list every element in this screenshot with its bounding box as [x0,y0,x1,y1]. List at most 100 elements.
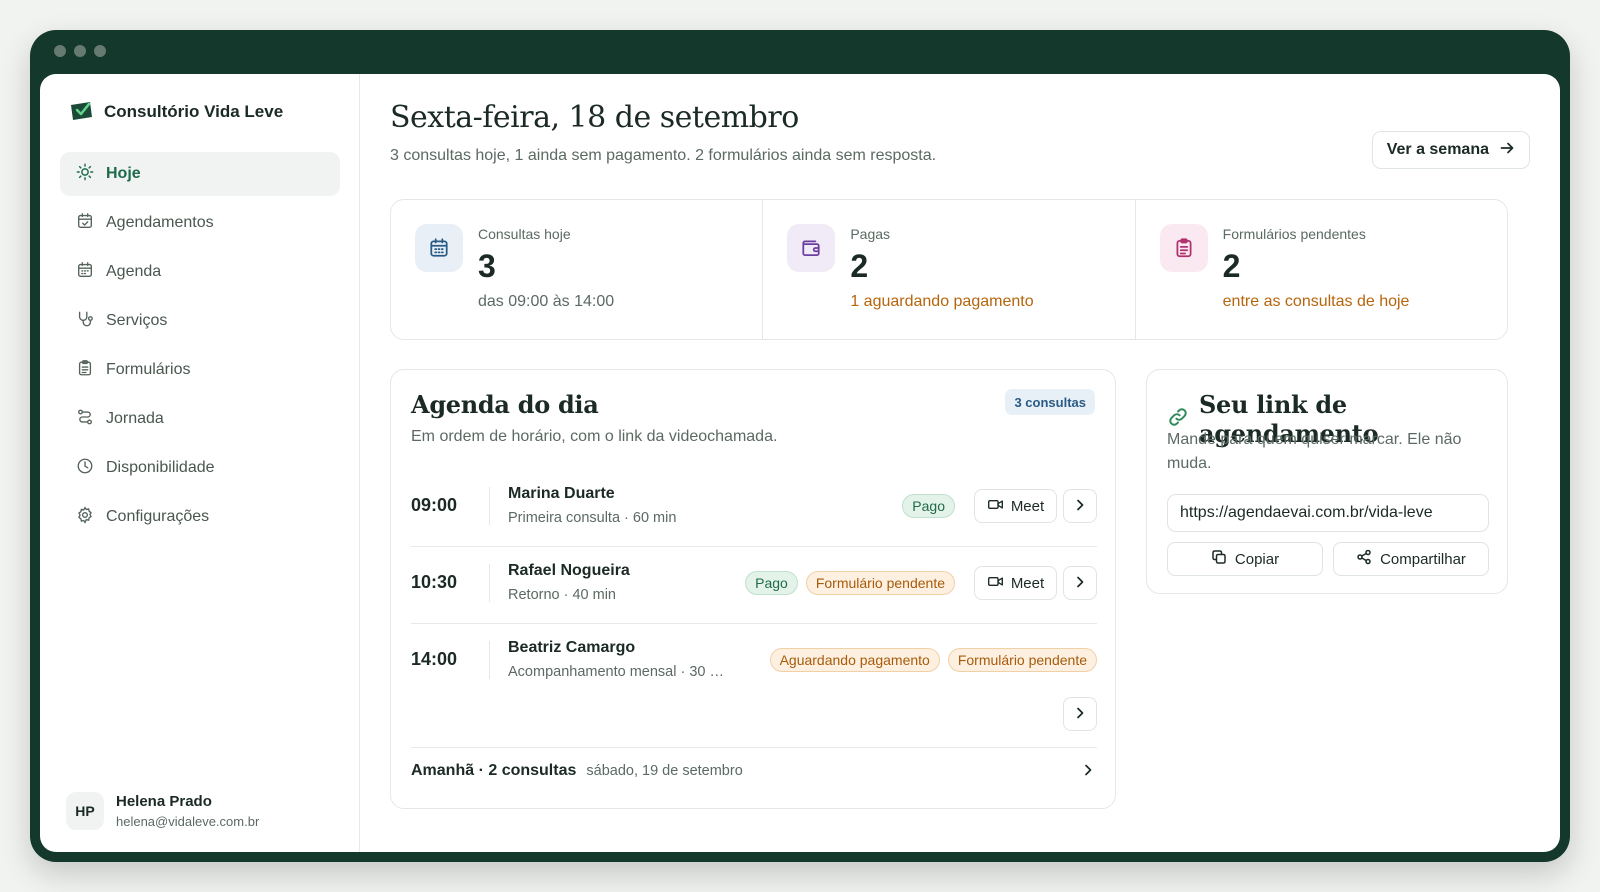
brand-name: Consultório Vida Leve [104,101,284,121]
sidebar-item-formularios[interactable]: Formulários [60,348,340,392]
stat-value: 2 [1222,248,1241,284]
appointment-list: 09:00 Marina Duarte Primeira consulta · … [411,470,1097,748]
stat-label: Pagas [850,226,891,242]
meet-label: Meet [1010,497,1045,515]
sidebar-item-jornada[interactable]: Jornada [60,397,340,441]
sidebar-item-label: Agenda [106,263,162,280]
sidebar-item-label: Hoje [106,165,141,182]
clipboard-icon [76,359,94,382]
video-camera-icon [987,496,1004,517]
tomorrow-label: Amanhã · 2 consultas [411,762,577,779]
tomorrow-link[interactable]: Amanhã · 2 consultas sábado, 19 de setem… [411,751,1097,791]
share-button[interactable]: Compartilhar [1333,542,1489,576]
open-appointment-button[interactable] [1063,697,1097,731]
open-appointment-button[interactable] [1063,566,1097,600]
status-badge-form-pending: Formulário pendente [947,648,1097,672]
copy-label: Copiar [1234,550,1280,568]
gear-icon [76,505,94,529]
logo-icon [68,96,94,127]
sidebar-item-label: Agendamentos [106,214,214,231]
sidebar-item-agendamentos[interactable]: Agendamentos [60,201,340,245]
share-label: Compartilhar [1380,550,1466,568]
sidebar-item-label: Configurações [106,508,210,525]
sidebar-item-label: Formulários [106,361,191,378]
stat-consultas-hoje: Consultas hoje 3 das 09:00 às 14:00 [391,200,764,339]
agenda-subtitle: Em ordem de horário, com o link da video… [411,428,778,445]
stat-note: 1 aguardando pagamento [850,293,1034,310]
divider [489,564,490,602]
appointment-time: 10:30 [411,572,458,592]
status-badge-paid: Pago [745,571,798,595]
user-name: Helena Prado [116,793,212,810]
video-camera-icon [987,573,1004,594]
chevron-right-icon [1073,575,1087,592]
stat-note: das 09:00 às 14:00 [478,293,615,310]
route-icon [76,408,94,431]
sidebar-item-disponibilidade[interactable]: Disponibilidade [60,446,340,490]
view-week-button[interactable]: Ver a semana [1371,131,1530,169]
sidebar-item-agenda[interactable]: Agenda [60,250,340,294]
copy-icon [1211,549,1227,569]
meet-button[interactable]: Meet [974,566,1057,600]
status-tags: Pago [902,494,955,518]
patient-name: Beatriz Camargo [508,639,636,656]
user-profile[interactable]: HP Helena Prado helena@vidaleve.com.br [66,792,259,830]
sun-icon [76,163,94,186]
stat-formularios-pendentes: Formulários pendentes 2 entre as consult… [1136,200,1507,339]
calendar-icon [76,261,94,284]
chevron-right-icon [1073,706,1087,723]
stat-value: 3 [478,248,496,284]
calendar-icon [415,224,463,272]
patient-name: Rafael Nogueira [508,562,630,579]
sidebar-item-label: Serviços [106,312,168,329]
window-maximize-dot[interactable] [94,45,106,57]
app-window: Consultório Vida Leve Hoje Agendamentos [30,30,1570,862]
sidebar-item-label: Disponibilidade [106,459,215,476]
stat-value: 2 [850,248,869,284]
brand[interactable]: Consultório Vida Leve [68,96,283,127]
sidebar-item-configuracoes[interactable]: Configurações [60,495,340,539]
divider [489,641,490,679]
copy-button[interactable]: Copiar [1167,542,1323,576]
agenda-title: Agenda do dia [411,390,599,419]
sidebar-item-hoje[interactable]: Hoje [60,152,340,196]
share-icon [1356,549,1372,569]
sidebar-item-servicos[interactable]: Serviços [60,299,340,343]
appointment-row[interactable]: 14:00 Beatriz Camargo Acompanhamento men… [411,624,1097,748]
window-minimize-dot[interactable] [74,45,86,57]
appointment-description: Acompanhamento mensal · 30 min [508,664,730,680]
meet-button[interactable]: Meet [974,489,1057,523]
calendar-check-icon [76,212,94,235]
sidebar-item-label: Jornada [106,410,164,427]
main-content: Sexta-feira, 18 de setembro 3 consultas … [360,74,1560,852]
appointment-description: Retorno · 40 min [508,587,616,603]
appointment-row[interactable]: 10:30 Rafael Nogueira Retorno · 40 min P… [411,547,1097,624]
booking-url-field[interactable] [1167,494,1489,532]
appointment-description: Primeira consulta · 60 min [508,510,677,526]
status-badge-awaiting-payment: Aguardando pagamento [769,648,940,672]
status-tags: Aguardando pagamento Formulário pendente [769,648,1097,672]
clipboard-icon [1159,224,1208,272]
stat-label: Consultas hoje [478,226,571,242]
sidebar-nav: Hoje Agendamentos Agenda Serviços Formul… [60,152,340,544]
divider [489,487,490,525]
open-appointment-button[interactable] [1063,489,1097,523]
stat-note: entre as consultas de hoje [1222,293,1410,310]
appointment-row[interactable]: 09:00 Marina Duarte Primeira consulta · … [411,470,1097,547]
meet-label: Meet [1010,574,1045,592]
stat-pagas: Pagas 2 1 aguardando pagamento [763,200,1136,339]
stethoscope-icon [76,310,94,333]
window-close-dot[interactable] [54,45,66,57]
view-week-label: Ver a semana [1386,141,1489,158]
stats-panel: Consultas hoje 3 das 09:00 às 14:00 Paga… [390,199,1508,340]
arrow-right-icon [1499,140,1515,161]
page-title: Sexta-feira, 18 de setembro [390,100,799,135]
app-body: Consultório Vida Leve Hoje Agendamentos [40,74,1560,852]
appointment-count-badge: 3 consultas [1005,389,1095,415]
user-email: helena@vidaleve.com.br [116,814,260,829]
window-controls [54,45,106,57]
booking-link-card: Seu link de agendamento Mande para quem … [1146,369,1508,594]
status-badge-paid: Pago [902,494,955,518]
appointment-time: 09:00 [411,495,458,515]
agenda-card: Agenda do dia 3 consultas Em ordem de ho… [390,369,1116,809]
